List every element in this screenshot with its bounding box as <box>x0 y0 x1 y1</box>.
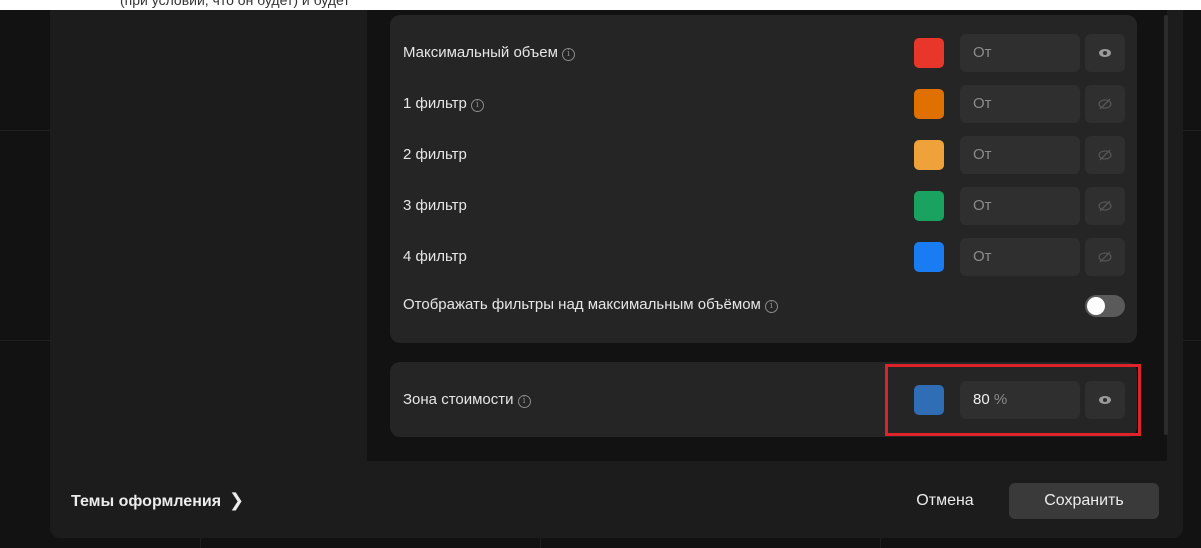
filter-color-swatch[interactable] <box>914 89 944 119</box>
filter-color-swatch[interactable] <box>914 242 944 272</box>
eye-icon <box>1099 49 1111 57</box>
overlay-toggle-label: Отображать фильтры над максимальным объё… <box>403 296 778 313</box>
eye-off-icon <box>1098 251 1112 263</box>
eye-off-icon <box>1098 98 1112 110</box>
filter-min-input[interactable]: От <box>960 85 1080 123</box>
filter-visibility-button[interactable] <box>1085 34 1125 72</box>
filter-row: 2 фильтр От <box>403 136 1130 176</box>
info-circle-icon[interactable]: i <box>561 48 575 61</box>
filter-color-swatch[interactable] <box>914 140 944 170</box>
filter-min-input[interactable]: От <box>960 238 1080 276</box>
filter-label: 4 фильтр <box>403 248 467 265</box>
info-circle-icon[interactable]: i <box>764 300 778 313</box>
filter-row: 4 фильтр От <box>403 238 1130 278</box>
info-circle-icon[interactable]: i <box>470 99 484 112</box>
filter-row: 3 фильтр От <box>403 187 1130 227</box>
chevron-right-icon: ❯ <box>229 490 245 510</box>
value-zone-label: Зона стоимости i <box>403 391 531 408</box>
filter-color-swatch[interactable] <box>914 38 944 68</box>
filter-min-input[interactable]: От <box>960 187 1080 225</box>
filter-visibility-button[interactable] <box>1085 187 1125 225</box>
filter-min-input[interactable]: От <box>960 34 1080 72</box>
filter-color-swatch[interactable] <box>914 191 944 221</box>
top-strip: (при условии, что он будет) и будет <box>0 0 1201 10</box>
eye-off-icon <box>1098 200 1112 212</box>
filter-min-input[interactable]: От <box>960 136 1080 174</box>
themes-link[interactable]: Темы оформления ❯ <box>71 490 244 511</box>
info-circle-icon[interactable]: i <box>517 395 531 408</box>
filter-label: 3 фильтр <box>403 197 467 214</box>
scrollbar[interactable] <box>1164 15 1168 435</box>
overlay-toggle-row: Отображать фильтры над максимальным объё… <box>403 286 1130 326</box>
filter-label: Максимальный объем i <box>403 44 575 61</box>
filter-visibility-button[interactable] <box>1085 238 1125 276</box>
filter-visibility-button[interactable] <box>1085 85 1125 123</box>
top-fragment-text: (при условии, что он будет) и будет <box>120 0 350 8</box>
filter-label: 2 фильтр <box>403 146 467 163</box>
save-button[interactable]: Сохранить <box>1009 483 1159 519</box>
filter-label: 1 фильтр i <box>403 95 484 112</box>
filter-row: 1 фильтр i От <box>403 85 1130 125</box>
toggle-knob <box>1087 297 1105 315</box>
filter-row: Максимальный объем i От <box>403 34 1130 74</box>
cancel-button[interactable]: Отмена <box>895 483 995 519</box>
overlay-toggle-switch[interactable] <box>1085 295 1125 317</box>
filter-visibility-button[interactable] <box>1085 136 1125 174</box>
highlight-box <box>885 364 1141 436</box>
eye-off-icon <box>1098 149 1112 161</box>
